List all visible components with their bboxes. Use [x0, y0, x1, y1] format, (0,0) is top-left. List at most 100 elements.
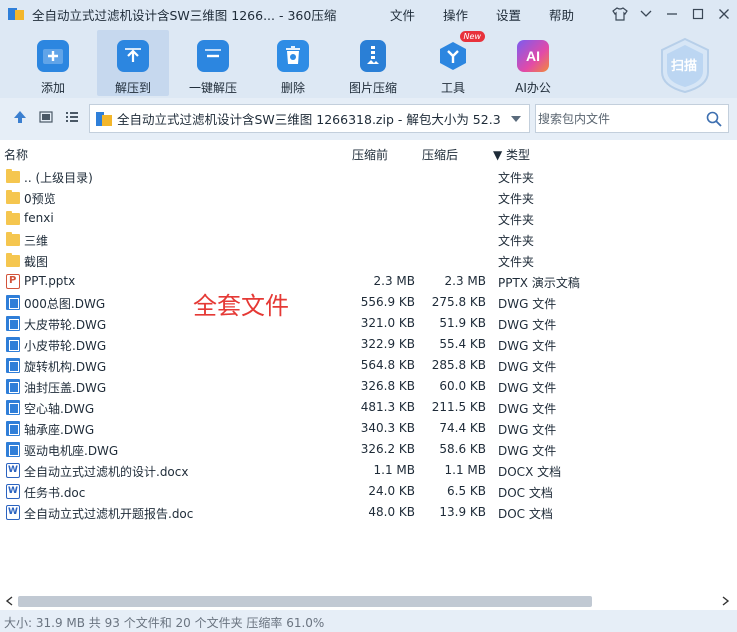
file-list: 名称 压缩前 压缩后 ▼ 类型 .. (上级目录) 文件夹 0预览 文件夹 fenxi 文… [0, 140, 737, 610]
up-arrow-icon[interactable] [13, 110, 27, 124]
window-controls [607, 0, 737, 28]
file-packed-size: 13.9 KB [439, 505, 486, 519]
chevron-down-icon [511, 115, 521, 122]
file-name: 三维 [24, 234, 49, 248]
file-row[interactable]: PPT.pptx 2.3 MB 2.3 MB PPTX 演示文稿 [0, 271, 737, 292]
delete-button[interactable]: 删除 [257, 30, 329, 96]
minimize-button[interactable] [659, 0, 685, 28]
file-size: 340.3 KB [360, 421, 415, 435]
search-input[interactable] [536, 105, 696, 132]
column-unpacked[interactable]: 压缩后 [422, 146, 458, 163]
file-size: 564.8 KB [360, 358, 415, 372]
path-field[interactable]: 全自动立式过滤机设计含SW三维图 1266318.zip - 解包大小为 52.… [89, 104, 530, 133]
add-file-icon [37, 40, 69, 72]
list-view-icon[interactable] [65, 110, 79, 124]
folder-icon [6, 169, 20, 183]
file-row[interactable]: 小皮带轮.DWG 322.9 KB 55.4 KB DWG 文件 [0, 334, 737, 355]
ai-office-button[interactable]: AI AI办公 [497, 30, 569, 96]
file-type: 文件夹 [498, 234, 535, 248]
file-row[interactable]: 大皮带轮.DWG 321.0 KB 51.9 KB DWG 文件 [0, 313, 737, 334]
menu-bar: 文件 操作 设置 帮助 [390, 0, 574, 28]
column-packed[interactable]: 压缩前 [352, 146, 388, 163]
address-bar: 全自动立式过滤机设计含SW三维图 1266318.zip - 解包大小为 52.… [0, 98, 737, 140]
file-type: DWG 文件 [498, 402, 557, 416]
file-size: 48.0 KB [368, 505, 415, 519]
file-name: 全自动立式过滤机的设计.docx [24, 465, 189, 479]
extract-to-icon [117, 40, 149, 72]
menu-settings[interactable]: 设置 [496, 5, 521, 24]
dwg-file-icon [6, 316, 20, 331]
file-row[interactable]: 000总图.DWG 556.9 KB 275.8 KB DWG 文件 [0, 292, 737, 313]
file-row[interactable]: fenxi 文件夹 [0, 208, 737, 229]
file-type: DWG 文件 [498, 381, 557, 395]
dwg-file-icon [6, 421, 20, 436]
one-click-extract-button[interactable]: 一键解压 [177, 30, 249, 96]
file-row[interactable]: 全自动立式过滤机开题报告.doc 48.0 KB 13.9 KB DOC 文档 [0, 502, 737, 523]
folder-icon [6, 190, 20, 204]
minimize-icon [667, 13, 677, 15]
tools-button[interactable]: New 工具 [417, 30, 489, 96]
word-file-icon [6, 505, 20, 520]
file-name: 截图 [24, 255, 49, 269]
menu-operate[interactable]: 操作 [443, 5, 468, 24]
folder-icon [6, 232, 20, 246]
file-name: 000总图.DWG [24, 297, 106, 311]
file-row[interactable]: 轴承座.DWG 340.3 KB 74.4 KB DWG 文件 [0, 418, 737, 439]
overlay-caption: 全套文件 [193, 292, 289, 320]
file-row[interactable]: 旋转机构.DWG 564.8 KB 285.8 KB DWG 文件 [0, 355, 737, 376]
menu-file[interactable]: 文件 [390, 5, 415, 24]
dwg-file-icon [6, 295, 20, 310]
image-compress-button[interactable]: 图片压缩 [337, 30, 409, 96]
file-name: 任务书.doc [24, 486, 86, 500]
scroll-right-icon[interactable] [722, 596, 730, 606]
scan-button[interactable]: 扫描 [656, 36, 714, 94]
scroll-left-icon[interactable] [5, 596, 13, 606]
extract-to-button[interactable]: 解压到 [97, 30, 169, 96]
add-button[interactable]: 添加 [17, 30, 89, 96]
file-row[interactable]: 三维 文件夹 [0, 229, 737, 250]
file-packed-size: 2.3 MB [444, 274, 486, 288]
column-type[interactable]: ▼ 类型 [493, 146, 530, 163]
file-type: DWG 文件 [498, 297, 557, 311]
maximize-icon [692, 8, 704, 20]
path-dropdown-button[interactable] [503, 105, 529, 132]
dwg-file-icon [6, 442, 20, 457]
file-type: DWG 文件 [498, 339, 557, 353]
file-size: 24.0 KB [368, 484, 415, 498]
file-row[interactable]: 任务书.doc 24.0 KB 6.5 KB DOC 文档 [0, 481, 737, 502]
file-size: 481.3 KB [360, 400, 415, 414]
file-row[interactable]: 全自动立式过滤机的设计.docx 1.1 MB 1.1 MB DOCX 文档 [0, 460, 737, 481]
file-row[interactable]: 驱动电机座.DWG 326.2 KB 58.6 KB DWG 文件 [0, 439, 737, 460]
file-row[interactable]: .. (上级目录) 文件夹 [0, 166, 737, 187]
file-name: 小皮带轮.DWG [24, 339, 107, 353]
file-row[interactable]: 空心轴.DWG 481.3 KB 211.5 KB DWG 文件 [0, 397, 737, 418]
delete-icon [277, 40, 309, 72]
file-packed-size: 285.8 KB [431, 358, 486, 372]
skin-button[interactable] [607, 0, 633, 28]
horizontal-scrollbar[interactable] [0, 593, 737, 610]
file-packed-size: 1.1 MB [444, 463, 486, 477]
search-icon[interactable] [706, 111, 722, 127]
file-type: DOCX 文档 [498, 465, 562, 479]
file-type: 文件夹 [498, 213, 535, 227]
window-title: 全自动立式过滤机设计含SW三维图 1266... - 360压缩 [32, 7, 337, 23]
file-row[interactable]: 0预览 文件夹 [0, 187, 737, 208]
chevron-down-icon [640, 10, 652, 17]
close-button[interactable] [711, 0, 737, 28]
dropdown-menu-button[interactable] [633, 0, 659, 28]
file-type: 文件夹 [498, 171, 535, 185]
maximize-button[interactable] [685, 0, 711, 28]
file-row[interactable]: 截图 文件夹 [0, 250, 737, 271]
file-row[interactable]: 油封压盖.DWG 326.8 KB 60.0 KB DWG 文件 [0, 376, 737, 397]
column-name[interactable]: 名称 [4, 146, 28, 163]
scrollbar-thumb[interactable] [18, 596, 592, 607]
word-file-icon [6, 463, 20, 478]
file-name: 大皮带轮.DWG [24, 318, 107, 332]
new-badge: New [459, 31, 485, 42]
menu-help[interactable]: 帮助 [549, 5, 574, 24]
status-text: 大小: 31.9 MB 共 93 个文件和 20 个文件夹 压缩率 61.0% [4, 616, 325, 630]
file-size: 321.0 KB [360, 316, 415, 330]
thumbnail-view-icon[interactable] [39, 110, 53, 124]
file-name: 轴承座.DWG [24, 423, 95, 437]
dwg-file-icon [6, 337, 20, 352]
